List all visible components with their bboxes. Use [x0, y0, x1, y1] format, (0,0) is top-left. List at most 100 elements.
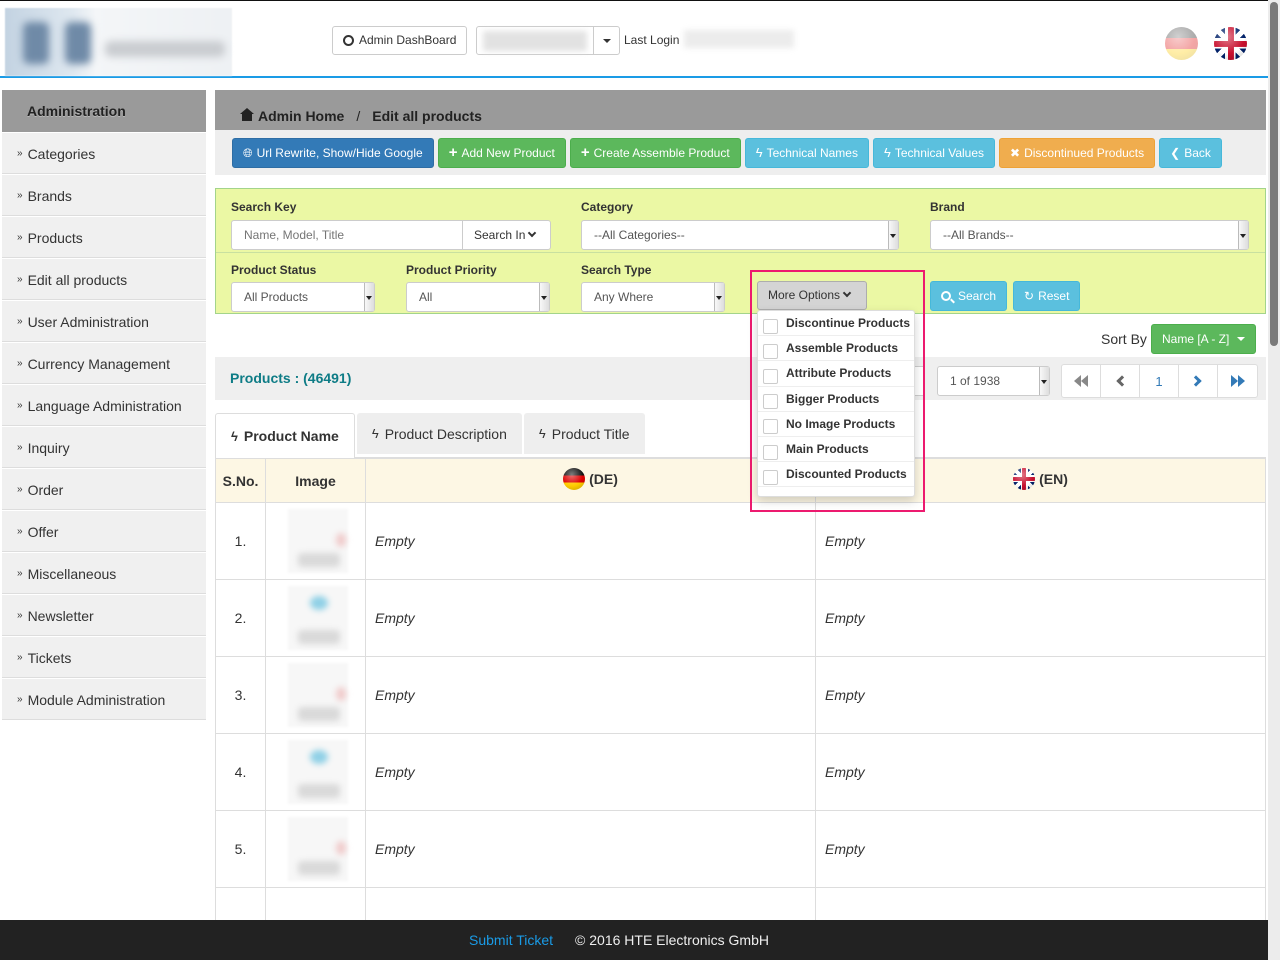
checkbox[interactable] — [763, 318, 778, 334]
product-image[interactable] — [265, 810, 366, 888]
sidebar-item-inquiry[interactable]: » Inquiry — [2, 426, 206, 468]
sidebar-item-user-administration[interactable]: » User Administration — [2, 300, 206, 342]
checkbox[interactable] — [763, 469, 778, 485]
language-en-flag-icon[interactable] — [1214, 27, 1247, 60]
search-button[interactable]: Search — [930, 281, 1008, 311]
product-image[interactable] — [265, 579, 366, 657]
row-name-de[interactable]: Empty — [365, 579, 816, 657]
row-name-de[interactable]: Empty — [365, 810, 816, 888]
pagination: 1 — [1061, 364, 1258, 398]
search-key-label: Search Key — [231, 200, 297, 214]
back-button[interactable]: ❮ Back — [1159, 138, 1222, 168]
menu-item-discounted-products[interactable]: Discounted Products — [758, 462, 914, 488]
discontinued-products-button[interactable]: ✖ Discontinued Products — [999, 138, 1156, 168]
menu-item-no-image-products[interactable]: No Image Products — [758, 412, 914, 437]
product-priority-select[interactable]: All — [406, 282, 550, 312]
search-key-input[interactable] — [231, 220, 463, 250]
tab-product-title[interactable]: ϟ Product Title — [523, 413, 645, 454]
sidebar-item-brands[interactable]: » Brands — [2, 174, 206, 216]
menu-item-main-products[interactable]: Main Products — [758, 437, 914, 463]
add-new-product-button[interactable]: + Add New Product — [437, 138, 566, 168]
scrollbar-thumb[interactable] — [1270, 2, 1278, 346]
top-header: Admin DashBoard Last Login — [0, 0, 1268, 78]
sidebar-item-currency-management[interactable]: » Currency Management — [2, 342, 206, 384]
sidebar-item-edit-all-products[interactable]: » Edit all products — [2, 258, 206, 300]
last-page-button[interactable] — [1218, 365, 1257, 397]
sidebar-item-offer[interactable]: » Offer — [2, 510, 206, 552]
more-options-menu: Discontinue Products Assemble Products Att… — [757, 310, 915, 497]
row-name-de[interactable]: Empty — [365, 656, 816, 734]
row-name-en[interactable]: Empty — [815, 502, 1266, 580]
menu-item-attribute-products[interactable]: Attribute Products — [758, 361, 914, 387]
raquo-icon: » — [17, 610, 23, 621]
sidebar: Administration » Categories» Brands» Produc… — [2, 90, 206, 720]
table-row: 4. Empty Empty — [215, 733, 1266, 811]
reset-button[interactable]: ↻ Reset — [1013, 281, 1081, 311]
double-chevron-left-icon — [1074, 375, 1088, 387]
more-options-button[interactable]: More Options — [757, 281, 867, 310]
menu-item-assemble-products[interactable]: Assemble Products — [758, 336, 914, 362]
sidebar-item-order[interactable]: » Order — [2, 468, 206, 510]
technical-names-button[interactable]: ϟ Technical Names — [744, 138, 869, 168]
sidebar-item-module-administration[interactable]: » Module Administration — [2, 678, 206, 720]
language-de-flag-icon[interactable] — [1165, 27, 1198, 60]
search-in-dropdown[interactable]: Search In — [462, 220, 551, 250]
product-image[interactable] — [265, 502, 366, 580]
caret-down-icon[interactable] — [593, 27, 619, 54]
url-rewrite-button[interactable]: 🌐︎ Url Rewrite, Show/Hide Google — [232, 138, 434, 168]
sidebar-item-tickets[interactable]: » Tickets — [2, 636, 206, 678]
checkbox[interactable] — [763, 368, 778, 384]
row-name-de[interactable]: Empty — [365, 733, 816, 811]
raquo-icon: » — [17, 568, 23, 579]
tab-product-description[interactable]: ϟ Product Description — [356, 413, 522, 454]
row-name-en[interactable]: Empty — [815, 579, 1266, 657]
row-name-en[interactable]: Empty — [815, 656, 1266, 734]
column-header-sno: S.No. — [215, 458, 266, 503]
sidebar-item-newsletter[interactable]: » Newsletter — [2, 594, 206, 636]
row-name-de[interactable]: Empty — [365, 502, 816, 580]
page-scrollbar[interactable] — [1268, 0, 1280, 960]
sidebar-item-categories[interactable]: » Categories — [2, 132, 206, 174]
product-image[interactable] — [265, 733, 366, 811]
search-type-select[interactable]: Any Where — [581, 282, 725, 312]
submit-ticket-link[interactable]: Submit Ticket — [469, 932, 553, 948]
checkbox[interactable] — [763, 444, 778, 460]
table-row: 2. Empty Empty — [215, 579, 1266, 657]
checkbox[interactable] — [763, 394, 778, 410]
brand-select[interactable]: --All Brands-- — [930, 220, 1249, 250]
items-per-page-select[interactable] — [915, 366, 925, 396]
create-assemble-product-button[interactable]: + Create Assemble Product — [569, 138, 741, 168]
page-number-button[interactable]: 1 — [1140, 365, 1179, 397]
product-image[interactable] — [265, 656, 366, 734]
product-status-select[interactable]: All Products — [231, 282, 375, 312]
row-sno: 3. — [215, 656, 266, 734]
sidebar-item-language-administration[interactable]: » Language Administration — [2, 384, 206, 426]
sidebar-item-products[interactable]: » Products — [2, 216, 206, 258]
brand-label: Brand — [930, 200, 965, 214]
admin-dashboard-button[interactable]: Admin DashBoard — [332, 26, 468, 55]
page-select[interactable]: 1 of 1938 — [937, 366, 1050, 396]
refresh-icon: ↻ — [1024, 289, 1035, 303]
first-page-button[interactable] — [1062, 365, 1101, 397]
raquo-icon: » — [17, 274, 23, 285]
next-page-button[interactable] — [1179, 365, 1218, 397]
tab-product-name[interactable]: ϟ Product Name — [215, 413, 355, 459]
checkbox[interactable] — [763, 419, 778, 435]
user-select[interactable] — [476, 26, 620, 55]
checkbox[interactable] — [763, 343, 778, 359]
company-logo[interactable] — [5, 8, 232, 76]
prev-page-button[interactable] — [1101, 365, 1140, 397]
breadcrumb-separator: / — [356, 108, 361, 124]
menu-item-discontinue-products[interactable]: Discontinue Products — [758, 311, 914, 337]
sidebar-item-miscellaneous[interactable]: » Miscellaneous — [2, 552, 206, 594]
sort-by-dropdown[interactable]: Name [A - Z] — [1151, 324, 1257, 354]
category-select[interactable]: --All Categories-- — [581, 220, 899, 250]
column-header-image: Image — [265, 458, 366, 503]
menu-item-bigger-products[interactable]: Bigger Products — [758, 387, 914, 412]
chevron-left-icon — [1116, 375, 1128, 387]
technical-values-button[interactable]: ϟ Technical Values — [872, 138, 996, 168]
chevron-right-icon — [1190, 375, 1202, 387]
row-name-en[interactable]: Empty — [815, 733, 1266, 811]
row-name-en[interactable]: Empty — [815, 810, 1266, 888]
breadcrumb-home[interactable]: Admin Home — [258, 108, 344, 124]
